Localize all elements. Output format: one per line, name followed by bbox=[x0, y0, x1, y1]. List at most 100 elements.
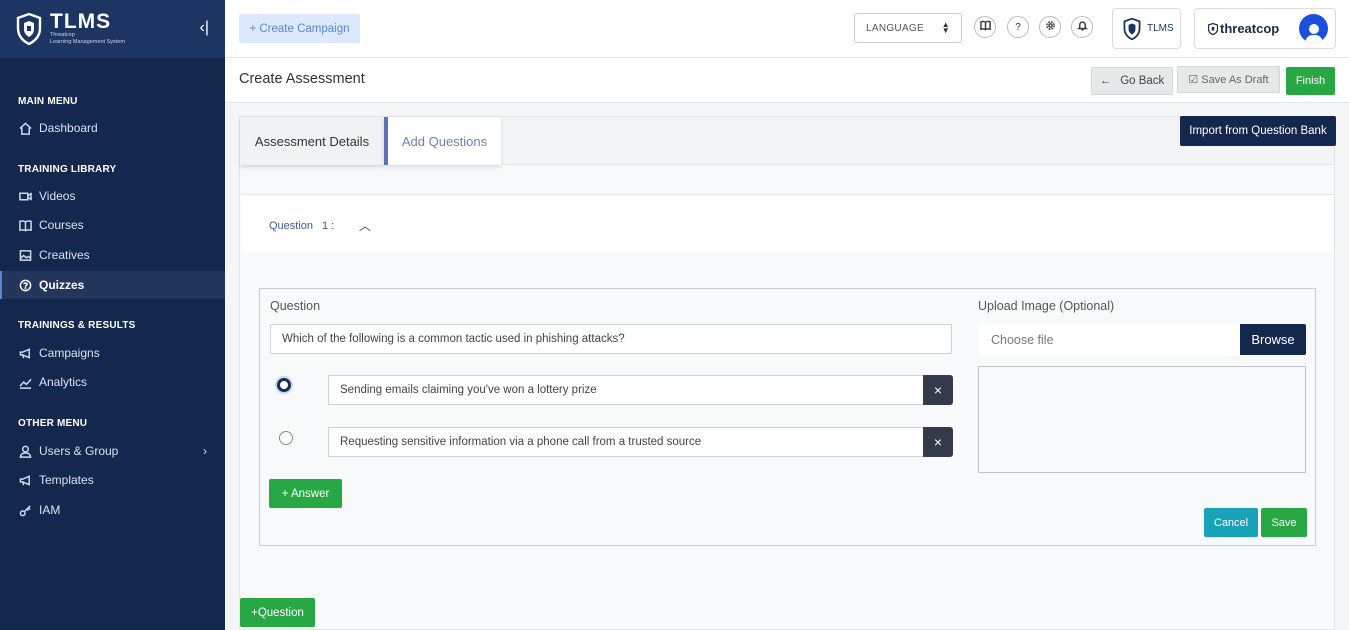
sidebar-item-videos[interactable]: Videos bbox=[0, 182, 225, 210]
threatcop-label: threatcop bbox=[1220, 21, 1280, 36]
assessment-card: Assessment Details Add Questions Import … bbox=[239, 116, 1336, 630]
browse-button[interactable]: Browse bbox=[1240, 324, 1306, 355]
image-preview bbox=[978, 366, 1306, 473]
sidebar-item-campaigns[interactable]: Campaigns bbox=[0, 339, 225, 367]
menu-section-results: TRAININGS & RESULTS bbox=[18, 320, 136, 331]
chevron-right-icon: › bbox=[203, 444, 207, 458]
sidebar-item-analytics[interactable]: Analytics bbox=[0, 368, 225, 396]
tlms-label: TLMS bbox=[1147, 23, 1174, 34]
sidebar-item-label: Dashboard bbox=[39, 121, 98, 135]
delete-answer-button-2[interactable]: × bbox=[923, 427, 953, 457]
avatar[interactable] bbox=[1299, 14, 1328, 43]
language-select-value: LANGUAGE bbox=[866, 22, 924, 34]
question-label: Question bbox=[269, 220, 314, 232]
settings-icon bbox=[1045, 20, 1056, 34]
megaphone-icon bbox=[18, 473, 32, 487]
answer-input-1[interactable]: Sending emails claiming you've won a lot… bbox=[328, 375, 924, 405]
top-bar: + Create Campaign LANGUAGE ▲ ▼ ? TLMS thr… bbox=[225, 0, 1349, 58]
help-button[interactable]: ? bbox=[1007, 16, 1029, 38]
sidebar-item-templates[interactable]: Templates bbox=[0, 466, 225, 494]
user-avatar-icon bbox=[1304, 24, 1323, 43]
sidebar-item-label: Templates bbox=[39, 473, 94, 487]
page-title: Create Assessment bbox=[239, 71, 365, 87]
help-icon: ? bbox=[1015, 21, 1021, 33]
chevron-up-icon[interactable]: ︿ bbox=[359, 217, 371, 234]
language-select[interactable]: LANGUAGE ▲ ▼ bbox=[854, 13, 962, 43]
sidebar-collapse-button[interactable]: ‹| bbox=[200, 19, 209, 37]
megaphone-icon bbox=[18, 346, 32, 360]
answer-radio-1[interactable] bbox=[277, 378, 291, 392]
sidebar-item-label: Creatives bbox=[39, 248, 90, 262]
sidebar-item-label: IAM bbox=[39, 503, 61, 517]
menu-section-main: MAIN MENU bbox=[18, 96, 78, 107]
sidebar-item-label: Users & Group bbox=[39, 444, 119, 458]
go-back-button[interactable]: ← Go Back bbox=[1091, 67, 1173, 95]
checkbox-icon: ☑ bbox=[1188, 74, 1199, 86]
user-icon bbox=[18, 444, 32, 458]
page-header: Create Assessment ← Go Back ☑ Save As Dr… bbox=[225, 58, 1349, 103]
add-answer-button[interactable]: + Answer bbox=[269, 479, 342, 508]
sidebar-item-iam[interactable]: IAM bbox=[0, 496, 225, 524]
question-circle-icon bbox=[18, 278, 32, 292]
save-draft-button[interactable]: ☑ Save As Draft bbox=[1177, 66, 1280, 93]
sidebar-item-dashboard[interactable]: Dashboard bbox=[0, 114, 225, 142]
answer-input-2[interactable]: Requesting sensitive information via a p… bbox=[328, 427, 924, 457]
sidebar-item-creatives[interactable]: Creatives bbox=[0, 241, 225, 269]
tab-add-questions[interactable]: Add Questions bbox=[384, 117, 501, 165]
book-icon bbox=[18, 218, 32, 232]
save-button[interactable]: Save bbox=[1261, 508, 1307, 537]
question-number: 1 : bbox=[322, 220, 335, 232]
create-campaign-button[interactable]: + Create Campaign bbox=[239, 14, 360, 43]
select-arrows-icon: ▲ ▼ bbox=[941, 20, 950, 35]
save-draft-label: Save As Draft bbox=[1201, 73, 1269, 86]
threatcop-logo: threatcop bbox=[1208, 21, 1279, 36]
sidebar-item-label: Analytics bbox=[39, 375, 88, 389]
sidebar-item-label: Courses bbox=[39, 218, 84, 232]
delete-answer-button-1[interactable]: × bbox=[923, 375, 953, 405]
question-panel: Question 1 : ︿ Question Which of the fol… bbox=[241, 194, 1334, 580]
question-body: Question Which of the following is a com… bbox=[241, 251, 1334, 580]
sidebar-item-quizzes[interactable]: Quizzes bbox=[0, 271, 225, 299]
upload-image-label: Upload Image (Optional) bbox=[978, 299, 1115, 313]
cancel-button[interactable]: Cancel bbox=[1204, 508, 1258, 537]
brand-title: TLMS bbox=[50, 10, 112, 33]
menu-section-training: TRAINING LIBRARY bbox=[18, 164, 117, 175]
settings-button[interactable] bbox=[1039, 16, 1061, 38]
sidebar-item-courses[interactable]: Courses bbox=[0, 211, 225, 239]
answer-radio-2[interactable] bbox=[279, 431, 293, 445]
tlms-logo-icon bbox=[16, 13, 42, 45]
tab-assessment-details[interactable]: Assessment Details bbox=[240, 117, 384, 165]
threatcop-account[interactable]: threatcop bbox=[1194, 8, 1336, 49]
menu-section-other: OTHER MENU bbox=[18, 418, 88, 429]
guide-button[interactable] bbox=[974, 16, 996, 38]
video-icon bbox=[18, 189, 32, 203]
threatcop-shield-icon bbox=[1208, 22, 1218, 35]
import-question-bank-button[interactable]: Import from Question Bank bbox=[1180, 116, 1336, 146]
finish-button[interactable]: Finish bbox=[1286, 67, 1335, 95]
question-field-label: Question bbox=[270, 299, 321, 313]
image-icon bbox=[18, 248, 32, 262]
arrow-left-icon: ← bbox=[1099, 75, 1112, 87]
tabs-bar: Assessment Details Add Questions Import … bbox=[240, 116, 1336, 165]
sidebar-item-label: Quizzes bbox=[39, 278, 85, 292]
question-header[interactable]: Question 1 : ︿ bbox=[241, 195, 1334, 251]
add-question-button[interactable]: +Question bbox=[240, 598, 315, 627]
sidebar-item-label: Campaigns bbox=[39, 346, 100, 360]
file-input[interactable]: Choose file Browse bbox=[979, 324, 1306, 355]
sidebar: TLMS Threatcop Learning Management Syste… bbox=[0, 0, 225, 630]
tlms-logo-icon bbox=[1123, 17, 1141, 40]
home-icon bbox=[18, 121, 32, 135]
sidebar-item-label: Videos bbox=[39, 189, 76, 203]
sidebar-item-users-group[interactable]: Users & Group › bbox=[0, 437, 225, 465]
notifications-button[interactable] bbox=[1071, 16, 1093, 38]
bell-icon bbox=[1076, 20, 1088, 34]
question-form: Question Which of the following is a com… bbox=[259, 288, 1316, 546]
book-icon bbox=[979, 20, 991, 34]
tlms-app-switch[interactable]: TLMS bbox=[1112, 8, 1181, 49]
chart-line-icon bbox=[18, 375, 32, 389]
brand-subtitle: Threatcop bbox=[50, 32, 75, 38]
brand-header: TLMS Threatcop Learning Management Syste… bbox=[0, 0, 225, 58]
question-input[interactable]: Which of the following is a common tacti… bbox=[270, 324, 952, 354]
brand-subtitle-2: Learning Management System bbox=[50, 39, 125, 45]
key-icon bbox=[18, 503, 32, 517]
